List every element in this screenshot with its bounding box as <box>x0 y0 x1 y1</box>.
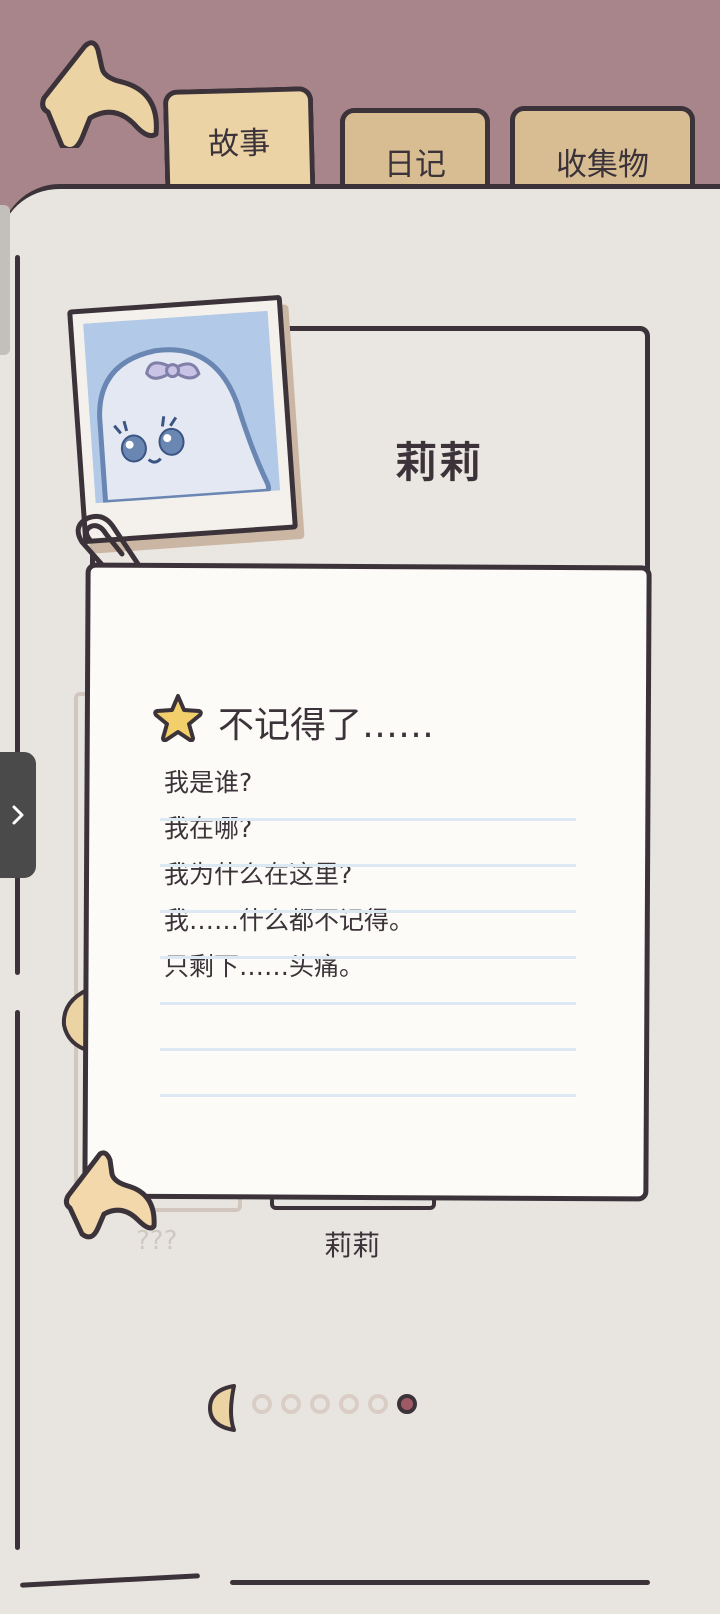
note-title: 不记得了…… <box>218 705 435 746</box>
page-dot[interactable] <box>252 1394 272 1414</box>
page-bottom-line <box>230 1580 650 1585</box>
scroll-indicator[interactable] <box>0 205 10 355</box>
tab-collection[interactable]: 收集物 <box>510 106 695 188</box>
back-button[interactable] <box>30 38 160 153</box>
note-line: 我为什么在这里? <box>164 860 353 889</box>
page-dot[interactable] <box>281 1394 301 1414</box>
tab-story[interactable]: 故事 <box>162 86 316 190</box>
tab-diary[interactable]: 日记 <box>340 108 490 188</box>
close-note-button[interactable] <box>58 1150 158 1240</box>
curved-arrow-back-icon <box>40 40 159 153</box>
prev-page-icon[interactable] <box>206 1384 240 1432</box>
note-rule <box>160 864 576 867</box>
ghost-avatar <box>83 310 281 504</box>
note-rule <box>160 818 576 821</box>
pagination <box>206 1384 466 1432</box>
tab-label: 故事 <box>207 125 271 163</box>
page-dot[interactable] <box>368 1394 388 1414</box>
note-line: 我是谁? <box>164 768 253 797</box>
note-rule <box>160 910 576 913</box>
note-rule <box>160 1094 576 1097</box>
character-name: 莉莉 <box>395 438 484 487</box>
tab-label: 日记 <box>384 147 446 183</box>
tab-label: 收集物 <box>556 147 649 183</box>
side-drawer-button[interactable] <box>0 752 36 878</box>
page-dot[interactable] <box>339 1394 359 1414</box>
note-rule <box>160 1002 576 1005</box>
note-rule <box>160 956 576 959</box>
note-line: 我在哪? <box>164 814 253 843</box>
page-dot[interactable] <box>310 1394 330 1414</box>
note-line: 我……什么都不记得。 <box>164 906 415 935</box>
page-dots <box>252 1394 417 1422</box>
curved-arrow-back-icon <box>63 1150 157 1240</box>
gallery-selected-label: 莉莉 <box>324 1229 381 1262</box>
note-line: 只剩下……头痛。 <box>164 952 365 981</box>
star-icon <box>153 694 203 742</box>
chevron-right-icon <box>12 805 24 825</box>
spine-line <box>15 1010 20 1550</box>
page-dot-active[interactable] <box>397 1394 417 1414</box>
note-rule <box>160 1048 576 1051</box>
